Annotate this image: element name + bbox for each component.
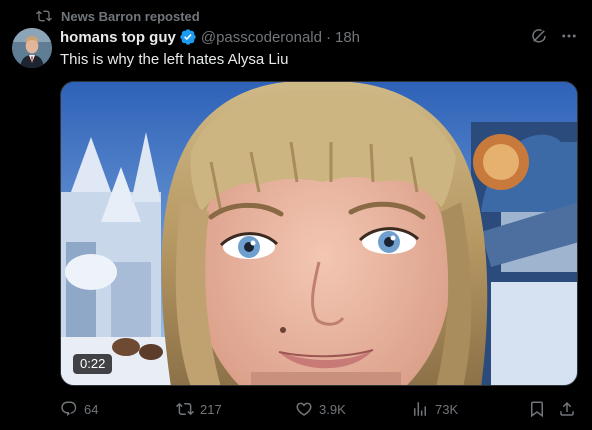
reply-button[interactable]: 64 (60, 398, 98, 420)
post-header: homans top guy @passcoderonald · 18h (60, 27, 360, 47)
video-thumbnail (61, 82, 577, 385)
repost-button[interactable]: 217 (176, 398, 222, 420)
views-count: 73K (435, 401, 459, 417)
video-player[interactable]: 0:22 (60, 81, 578, 386)
views-icon (414, 402, 426, 416)
post-time[interactable]: 18h (335, 29, 360, 46)
author-display-name[interactable]: homans top guy (60, 29, 176, 46)
repost-label: News Barron reposted (61, 8, 200, 24)
grok-icon[interactable] (530, 27, 548, 45)
repost-context[interactable]: News Barron reposted (36, 7, 200, 25)
heart-icon (296, 402, 312, 416)
like-button[interactable]: 3.9K (295, 398, 346, 420)
like-count: 3.9K (319, 401, 346, 417)
repost-icon (36, 10, 52, 22)
repost-icon (176, 402, 194, 416)
share-icon (560, 401, 574, 416)
bookmark-icon (531, 401, 543, 418)
post-actions: 64 217 3.9K 73K (60, 398, 582, 420)
top-actions (530, 27, 578, 45)
post-text: This is why the left hates Alysa Liu (60, 51, 289, 68)
avatar-image (12, 28, 52, 68)
separator-dot: · (325, 28, 331, 46)
more-icon[interactable] (560, 27, 578, 45)
views-button[interactable]: 73K (411, 398, 458, 420)
video-duration: 0:22 (73, 354, 113, 374)
verified-badge-icon[interactable] (179, 28, 197, 46)
reply-icon (61, 401, 77, 416)
repost-count: 217 (200, 401, 222, 417)
bookmark-button[interactable] (528, 398, 546, 420)
avatar[interactable] (12, 28, 52, 68)
share-button[interactable] (558, 398, 576, 420)
tweet[interactable]: News Barron reposted homans top guy @pas… (0, 0, 592, 430)
reply-count: 64 (84, 401, 99, 417)
author-handle[interactable]: @passcoderonald (201, 29, 322, 46)
